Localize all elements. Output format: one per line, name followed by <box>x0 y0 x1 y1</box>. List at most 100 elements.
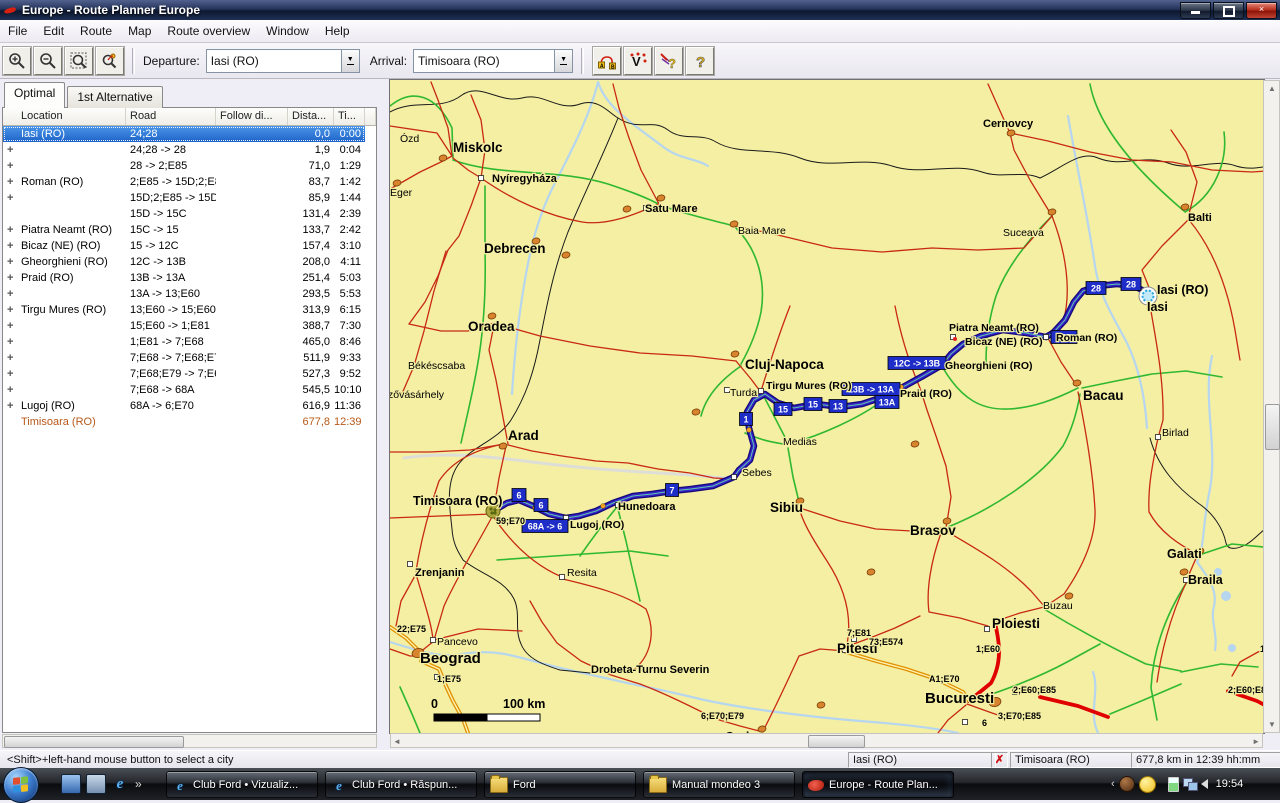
menu-item-map[interactable]: Map <box>120 21 159 41</box>
expand-plus-icon[interactable]: + <box>7 366 13 382</box>
volume-icon[interactable] <box>1201 779 1208 789</box>
arrival-dropdown-icon[interactable]: ▼ <box>554 50 572 72</box>
tray-expand-icon[interactable]: ‹ <box>1111 778 1115 790</box>
battery-icon[interactable] <box>1168 777 1179 792</box>
expand-plus-icon[interactable]: + <box>7 334 13 350</box>
map-label: Eger <box>390 187 413 199</box>
via-points-button[interactable]: V <box>624 47 652 75</box>
table-row[interactable]: +1;E81 -> 7;E68465,08:46 <box>3 334 365 350</box>
expand-plus-icon[interactable]: + <box>7 286 13 302</box>
map-v-scrollbar-thumb[interactable] <box>1265 404 1280 450</box>
zoom-window-button[interactable] <box>65 47 93 75</box>
departure-value[interactable]: Iasi (RO) <box>207 54 341 68</box>
menu-item-window[interactable]: Window <box>258 21 317 41</box>
expand-plus-icon[interactable]: + <box>7 382 13 398</box>
menu-item-route[interactable]: Route <box>72 21 120 41</box>
zoom-route-button[interactable] <box>96 47 124 75</box>
help-button[interactable]: ? <box>686 47 714 75</box>
start-button[interactable] <box>3 767 39 803</box>
menu-item-edit[interactable]: Edit <box>35 21 72 41</box>
cell-follow <box>216 270 288 286</box>
table-header[interactable]: LocationRoadFollow di...Dista...Ti... <box>3 108 376 126</box>
expand-plus-icon[interactable]: + <box>7 398 13 414</box>
scroll-up-icon[interactable]: ▲ <box>1268 84 1276 93</box>
column-header-4[interactable]: Ti... <box>334 108 365 125</box>
table-row[interactable]: Timisoara (RO)677,812:39 <box>3 414 365 430</box>
expand-plus-icon[interactable]: + <box>7 174 13 190</box>
minimize-button[interactable] <box>1180 2 1211 19</box>
expand-plus-icon[interactable]: + <box>7 142 13 158</box>
zoom-out-button[interactable] <box>34 47 62 75</box>
table-row[interactable]: +28 -> 2;E8571,01:29 <box>3 158 365 174</box>
menu-item-file[interactable]: File <box>0 21 35 41</box>
road-badge-label: 6 <box>516 491 521 501</box>
taskbar-button[interactable]: eClub Ford • Răspun... <box>325 771 477 798</box>
table-row[interactable]: +Lugoj (RO)68A -> 6;E70616,911:36 <box>3 398 365 414</box>
table-row[interactable]: +Tirgu Mures (RO)13;E60 -> 15;E60313,96:… <box>3 302 365 318</box>
table-row[interactable]: +Piatra Neamt (RO)15C -> 15133,72:42 <box>3 222 365 238</box>
quick-launch-expand-icon[interactable]: » <box>135 777 142 791</box>
table-h-scrollbar[interactable] <box>2 734 377 748</box>
taskbar-button[interactable]: Manual mondeo 3 <box>643 771 795 798</box>
tray-app-icon[interactable] <box>1119 776 1135 792</box>
table-row[interactable]: +7;E68 -> 68A545,510:10 <box>3 382 365 398</box>
scroll-down-icon[interactable]: ▼ <box>1268 720 1276 729</box>
expand-plus-icon[interactable]: + <box>7 190 13 206</box>
menu-item-help[interactable]: Help <box>317 21 358 41</box>
map-v-scrollbar[interactable]: ▲ ▼ <box>1263 80 1280 733</box>
departure-combobox[interactable]: Iasi (RO) ▼ <box>206 49 360 73</box>
table-row[interactable]: 15D -> 15C131,42:39 <box>3 206 365 222</box>
tab-1st-alternative[interactable]: 1st Alternative <box>67 86 162 108</box>
table-row[interactable]: +15D;2;E85 -> 15D85,91:44 <box>3 190 365 206</box>
expand-plus-icon[interactable]: + <box>7 254 13 270</box>
map-h-scrollbar[interactable]: ◄ ► <box>390 733 1263 748</box>
scroll-left-icon[interactable]: ◄ <box>393 737 401 746</box>
table-row[interactable]: +7;E68 -> 7;E68;E7511,99:33 <box>3 350 365 366</box>
tab-optimal[interactable]: Optimal <box>4 82 65 108</box>
network-icon[interactable] <box>1183 778 1197 790</box>
table-row[interactable]: +Roman (RO)2;E85 -> 15D;2;E883,71:42 <box>3 174 365 190</box>
table-row[interactable]: +13A -> 13;E60293,55:53 <box>3 286 365 302</box>
table-row[interactable]: +7;E68;E79 -> 7;E6527,39:52 <box>3 366 365 382</box>
clear-route-button[interactable]: ✗ <box>991 752 1008 768</box>
table-row[interactable]: +24;28 -> 281,90:04 <box>3 142 365 158</box>
internet-explorer-icon[interactable]: e <box>111 775 129 793</box>
table-h-scrollbar-thumb[interactable] <box>4 736 184 748</box>
taskbar-button[interactable]: Europe - Route Plan... <box>802 771 954 798</box>
table-row[interactable]: +Gheorghieni (RO)12C -> 13B208,04:11 <box>3 254 365 270</box>
expand-plus-icon[interactable]: + <box>7 302 13 318</box>
expand-plus-icon[interactable]: + <box>7 158 13 174</box>
table-row[interactable]: Iasi (RO)24;280,00:00 <box>3 126 365 142</box>
map-label: Resita <box>567 567 597 579</box>
scroll-right-icon[interactable]: ► <box>1252 737 1260 746</box>
expand-plus-icon[interactable]: + <box>7 222 13 238</box>
route-info-button[interactable]: ? <box>655 47 683 75</box>
table-row[interactable]: +Praid (RO)13B -> 13A251,45:03 <box>3 270 365 286</box>
menu-item-route-overview[interactable]: Route overview <box>159 21 258 41</box>
column-header-1[interactable]: Road <box>126 108 216 125</box>
taskbar-button[interactable]: Ford <box>484 771 636 798</box>
zoom-in-button[interactable] <box>3 47 31 75</box>
map-canvas[interactable]: 282815D12C -> 13B13B -> 13A13A1315151766… <box>390 80 1263 733</box>
table-row[interactable]: +15;E60 -> 1;E81388,77:30 <box>3 318 365 334</box>
expand-plus-icon[interactable]: + <box>7 350 13 366</box>
map-h-scrollbar-thumb[interactable] <box>808 735 865 748</box>
calculate-route-button[interactable]: AB <box>593 47 621 75</box>
expand-plus-icon[interactable]: + <box>7 238 13 254</box>
column-header-3[interactable]: Dista... <box>288 108 334 125</box>
window-switcher-icon[interactable] <box>86 774 106 794</box>
departure-dropdown-icon[interactable]: ▼ <box>341 50 359 72</box>
table-row[interactable]: +Bicaz (NE) (RO)15 -> 12C157,43:10 <box>3 238 365 254</box>
arrival-value[interactable]: Timisoara (RO) <box>414 54 554 68</box>
column-header-0[interactable]: Location <box>3 108 126 125</box>
tray-messenger-icon[interactable] <box>1139 776 1156 793</box>
expand-plus-icon[interactable]: + <box>7 270 13 286</box>
show-desktop-icon[interactable] <box>61 774 81 794</box>
expand-plus-icon[interactable]: + <box>7 318 13 334</box>
close-button[interactable]: × <box>1246 2 1277 19</box>
maximize-button[interactable] <box>1213 2 1244 19</box>
arrival-combobox[interactable]: Timisoara (RO) ▼ <box>413 49 573 73</box>
taskbar-button[interactable]: eClub Ford • Vizualiz... <box>166 771 318 798</box>
road-badge-label: 15 <box>778 405 788 415</box>
column-header-2[interactable]: Follow di... <box>216 108 288 125</box>
